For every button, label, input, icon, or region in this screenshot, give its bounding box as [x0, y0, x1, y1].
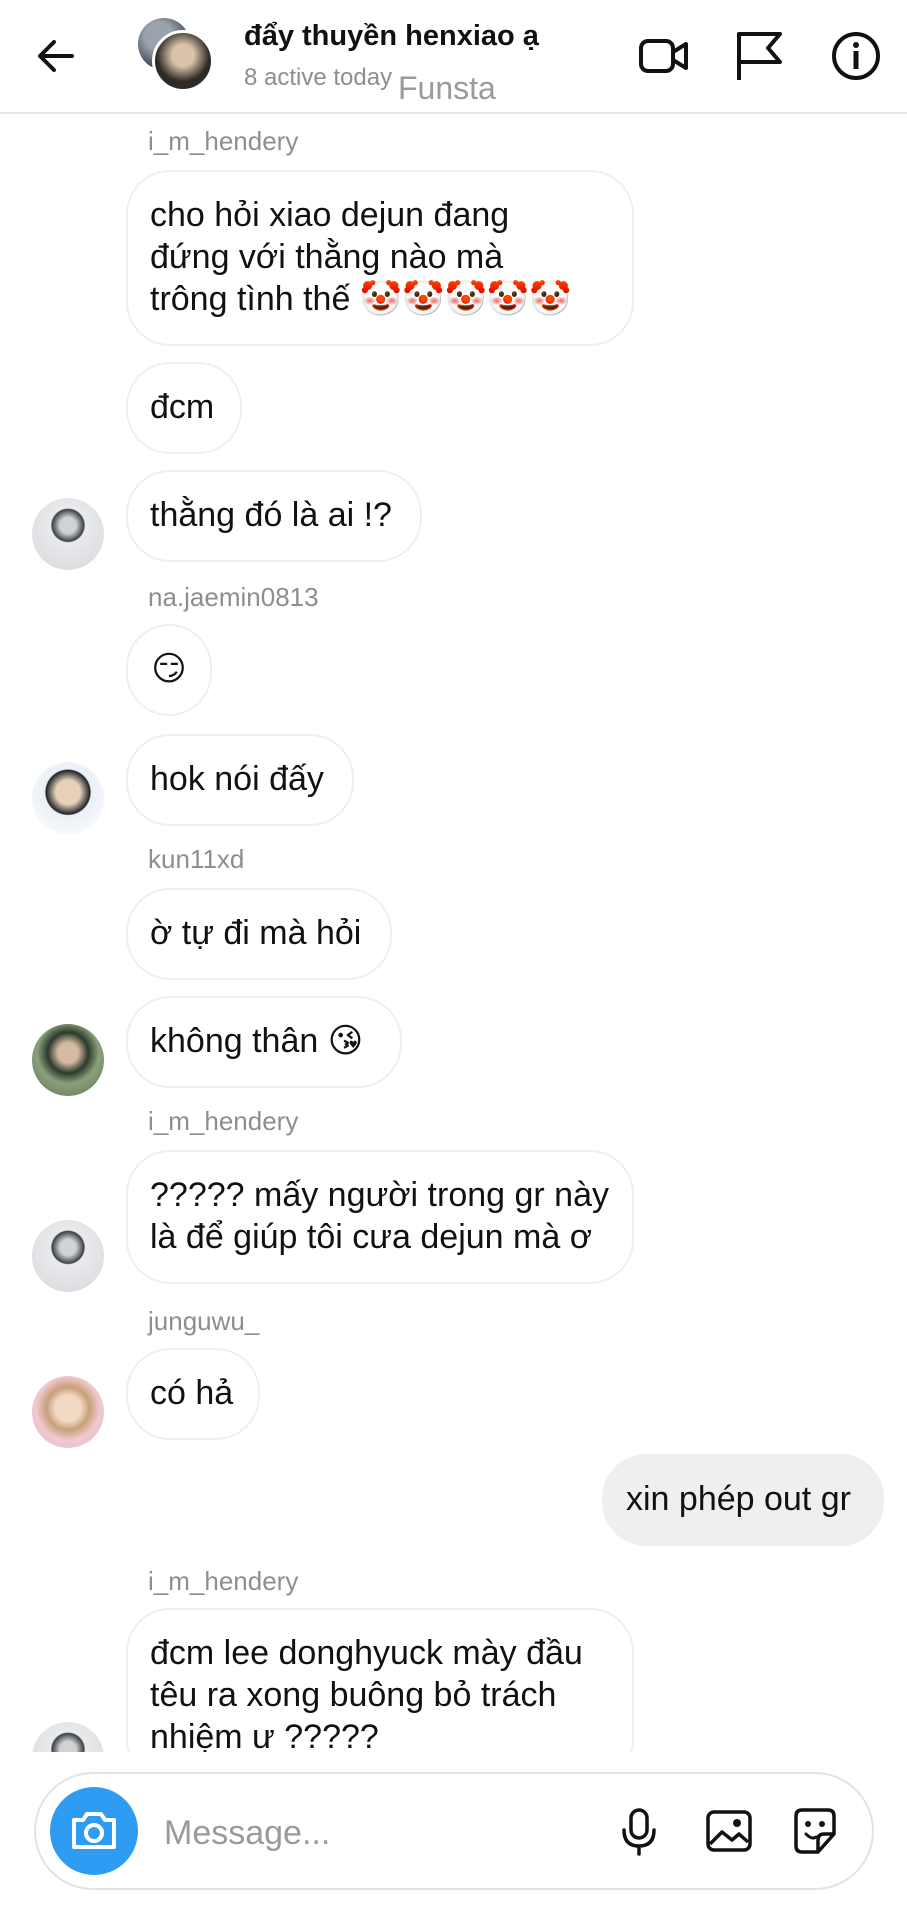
avatar[interactable] — [32, 762, 104, 834]
sender-username: i_m_hendery — [148, 126, 299, 156]
message-input[interactable] — [162, 1804, 496, 1862]
info-icon[interactable] — [828, 28, 884, 84]
chat-header: đẩy thuyền henxiao ạ 8 active today Funs… — [0, 0, 907, 114]
message-bubble[interactable]: đcm lee donghyuck mày đầu têu ra xong bu… — [126, 1608, 634, 1752]
message-composer — [34, 1772, 874, 1890]
avatar[interactable] — [32, 1024, 104, 1096]
watermark: Funsta — [398, 70, 496, 106]
message-bubble[interactable]: ????? mấy người trong gr này là để giúp … — [126, 1150, 634, 1284]
message-bubble[interactable]: thằng đó là ai !? — [126, 470, 422, 562]
chat-title[interactable]: đẩy thuyền henxiao ạ — [244, 20, 539, 53]
sender-username: i_m_hendery — [148, 1566, 299, 1596]
message-bubble[interactable]: hok nói đấy — [126, 734, 354, 826]
message-bubble[interactable]: đcm — [126, 362, 242, 454]
back-arrow-icon[interactable] — [30, 30, 82, 82]
message-list[interactable]: i_m_hendery cho hỏi xiao dejun đang đứng… — [0, 112, 907, 1752]
sender-username: junguwu_ — [148, 1306, 260, 1336]
avatar[interactable] — [32, 1376, 104, 1448]
avatar[interactable] — [32, 1722, 104, 1752]
active-status: 8 active today — [244, 64, 393, 91]
message-bubble[interactable]: 😏 — [126, 624, 212, 716]
avatar[interactable] — [32, 1220, 104, 1292]
sender-username: na.jaemin0813 — [148, 582, 319, 612]
camera-button[interactable] — [50, 1787, 138, 1875]
message-bubble[interactable]: không thân 😘 — [126, 996, 402, 1088]
group-avatar-front[interactable] — [152, 30, 214, 92]
own-message-bubble[interactable]: xin phép out gr — [602, 1454, 884, 1546]
flag-icon[interactable] — [730, 28, 786, 84]
sender-username: kun11xd — [148, 844, 245, 874]
message-bubble[interactable]: cho hỏi xiao dejun đang đứng với thằng n… — [126, 170, 634, 346]
camera-icon — [72, 1812, 116, 1849]
microphone-icon[interactable] — [612, 1804, 666, 1858]
avatar[interactable] — [32, 498, 104, 570]
video-camera-icon[interactable] — [636, 28, 692, 84]
message-bubble[interactable]: ờ tự đi mà hỏi — [126, 888, 392, 980]
sticker-icon[interactable] — [788, 1804, 842, 1858]
sender-username: i_m_hendery — [148, 1106, 299, 1136]
gallery-icon[interactable] — [702, 1804, 756, 1858]
message-bubble[interactable]: có hả — [126, 1348, 260, 1440]
